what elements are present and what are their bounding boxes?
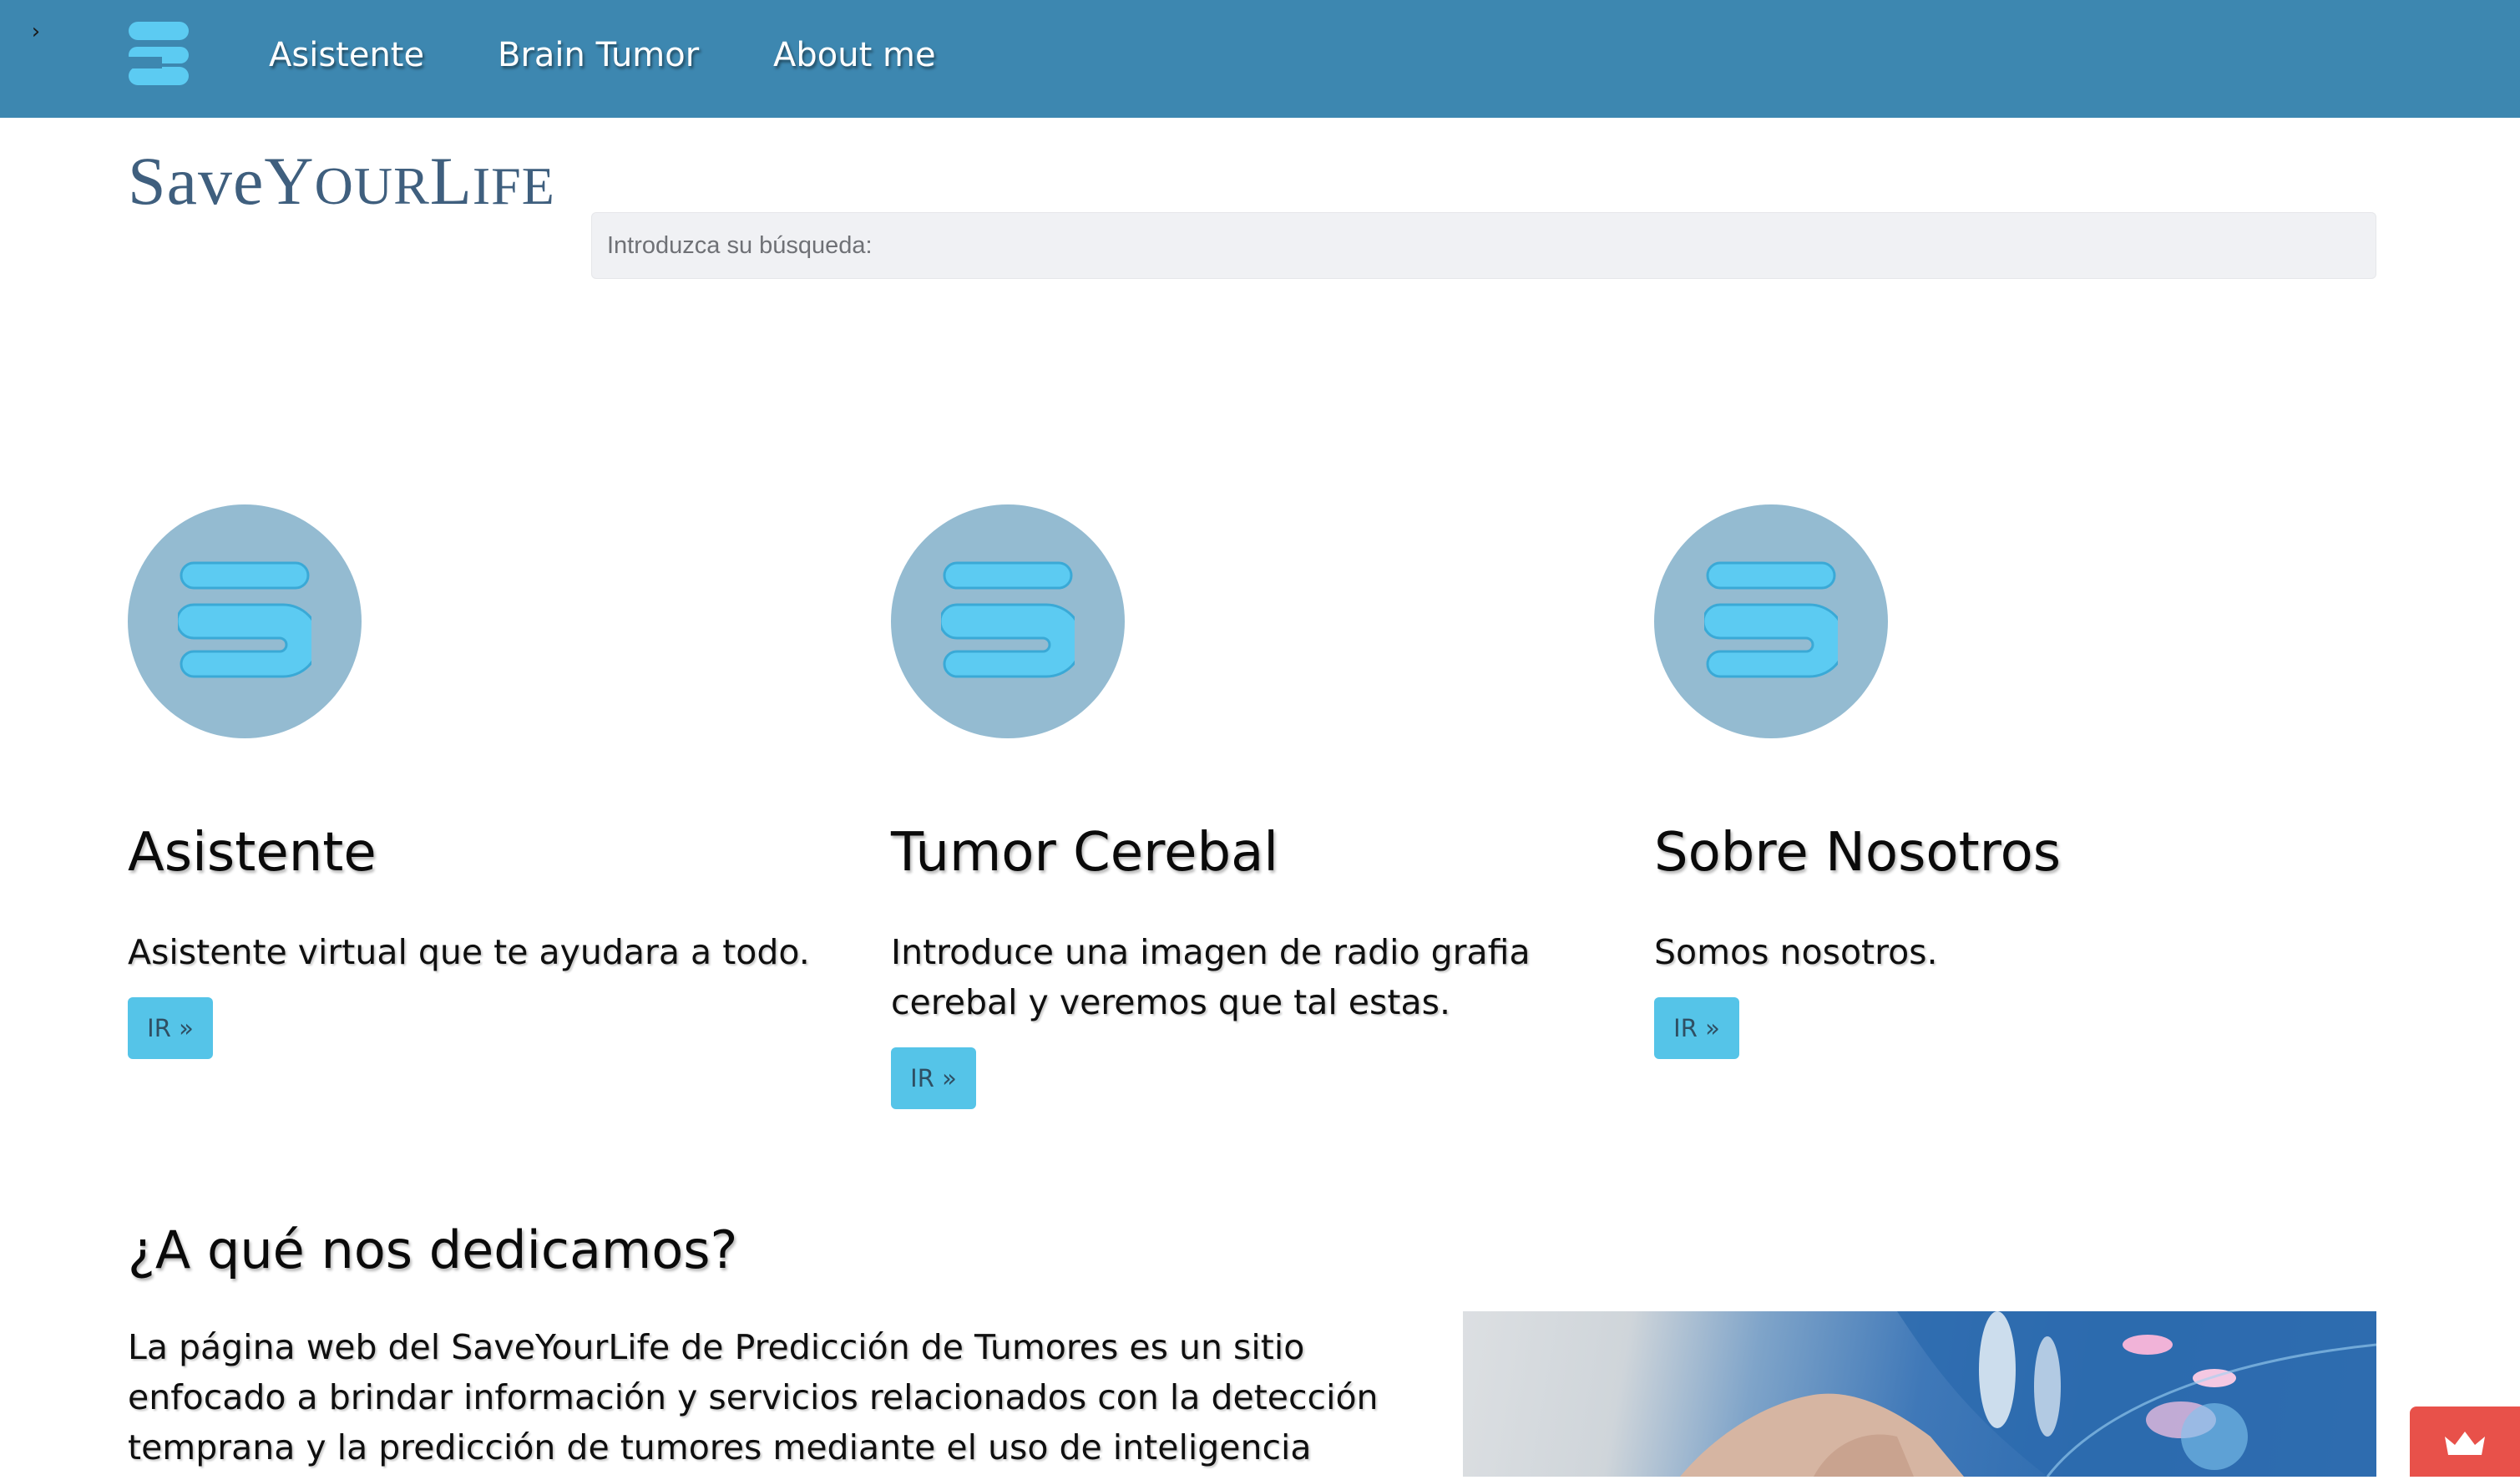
- card-go-button[interactable]: IR »: [891, 1047, 976, 1109]
- card-description: Somos nosotros.: [1654, 932, 1938, 972]
- section-title: ¿A qué nos dedicamos?: [128, 1219, 738, 1280]
- feature-card-asistente: Asistente Asistente virtual que te ayuda…: [128, 504, 846, 1059]
- card-description: Introduce una imagen de radio grafia cer…: [891, 932, 1531, 1022]
- brand-part: OUR: [314, 156, 430, 215]
- brand-part: IFE: [472, 156, 555, 215]
- card-title: Asistente: [128, 822, 377, 884]
- brand-part: L: [429, 143, 473, 219]
- chat-widget-button[interactable]: [2410, 1407, 2520, 1477]
- brand-s-logo-icon: [1654, 504, 1888, 738]
- nav-link-brain-tumor[interactable]: Brain Tumor: [498, 30, 699, 80]
- card-go-button[interactable]: IR »: [1654, 997, 1739, 1059]
- site-brand-title: SaveYOURLIFE: [128, 142, 555, 220]
- search-input[interactable]: [591, 212, 2376, 279]
- feature-card-tumor-cerebal: Tumor Cerebal Introduce una imagen de ra…: [891, 504, 1609, 1109]
- brand-s-logo-icon: [891, 504, 1125, 738]
- feature-card-sobre-nosotros: Sobre Nosotros Somos nosotros. IR »: [1654, 504, 2372, 1059]
- section-description: La página web del SaveYourLife de Predic…: [128, 1327, 1379, 1467]
- chevron-right-icon[interactable]: ›: [25, 18, 47, 45]
- top-navbar: › Asistente Brain Tumor About me: [0, 0, 2520, 118]
- card-title: Sobre Nosotros: [1654, 822, 2062, 884]
- brand-s-logo-icon[interactable]: [125, 20, 192, 87]
- card-go-button[interactable]: IR »: [128, 997, 213, 1059]
- card-title: Tumor Cerebal: [891, 822, 1279, 884]
- nav-link-asistente[interactable]: Asistente: [269, 30, 424, 80]
- card-description: Asistente virtual que te ayudara a todo.: [128, 932, 810, 972]
- nav-link-about-me[interactable]: About me: [773, 30, 936, 80]
- brand-s-logo-icon: [128, 504, 362, 738]
- medical-technology-image: [1463, 1311, 2376, 1477]
- brand-part: Save: [128, 143, 265, 219]
- crown-icon: [2445, 1432, 2485, 1455]
- brand-part: Y: [264, 143, 315, 219]
